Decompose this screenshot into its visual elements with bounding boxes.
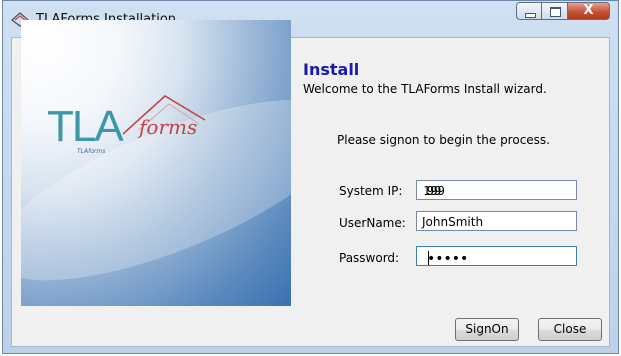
username-label: UserName: [339,216,406,230]
signon-prompt: Please signon to begin the process. [337,133,550,147]
password-value: ••••• [427,251,469,267]
page-heading: Install [303,60,360,79]
logo-forms-text: forms [139,115,198,139]
wizard-banner-image: TLA forms TLAforms [21,20,291,306]
system-ip-field[interactable]: 199 . 99 . 9 . 99 [416,180,577,200]
signon-panel [322,118,608,344]
logo-small-text: TLAforms [77,148,106,155]
logo-tla-text: TLA [47,102,124,151]
welcome-text: Welcome to the TLAForms Install wizard. [303,82,547,96]
minimize-icon [525,13,536,18]
username-value: JohnSmith [422,215,484,229]
minimize-button[interactable] [516,2,542,20]
close-window-button[interactable]: X [568,2,610,20]
text-caret [428,251,429,265]
maximize-icon [550,7,561,17]
username-field[interactable]: JohnSmith [416,211,577,231]
ip-octet-4[interactable]: 99 [422,184,446,198]
close-button[interactable]: Close [538,318,602,341]
system-ip-label: System IP: [339,184,403,198]
signon-button[interactable]: SignOn [455,318,519,341]
password-label: Password: [339,251,400,265]
maximize-button[interactable] [542,2,568,20]
close-icon: X [583,3,594,18]
window-controls: X [516,2,610,22]
password-field[interactable]: ••••• [416,246,577,267]
